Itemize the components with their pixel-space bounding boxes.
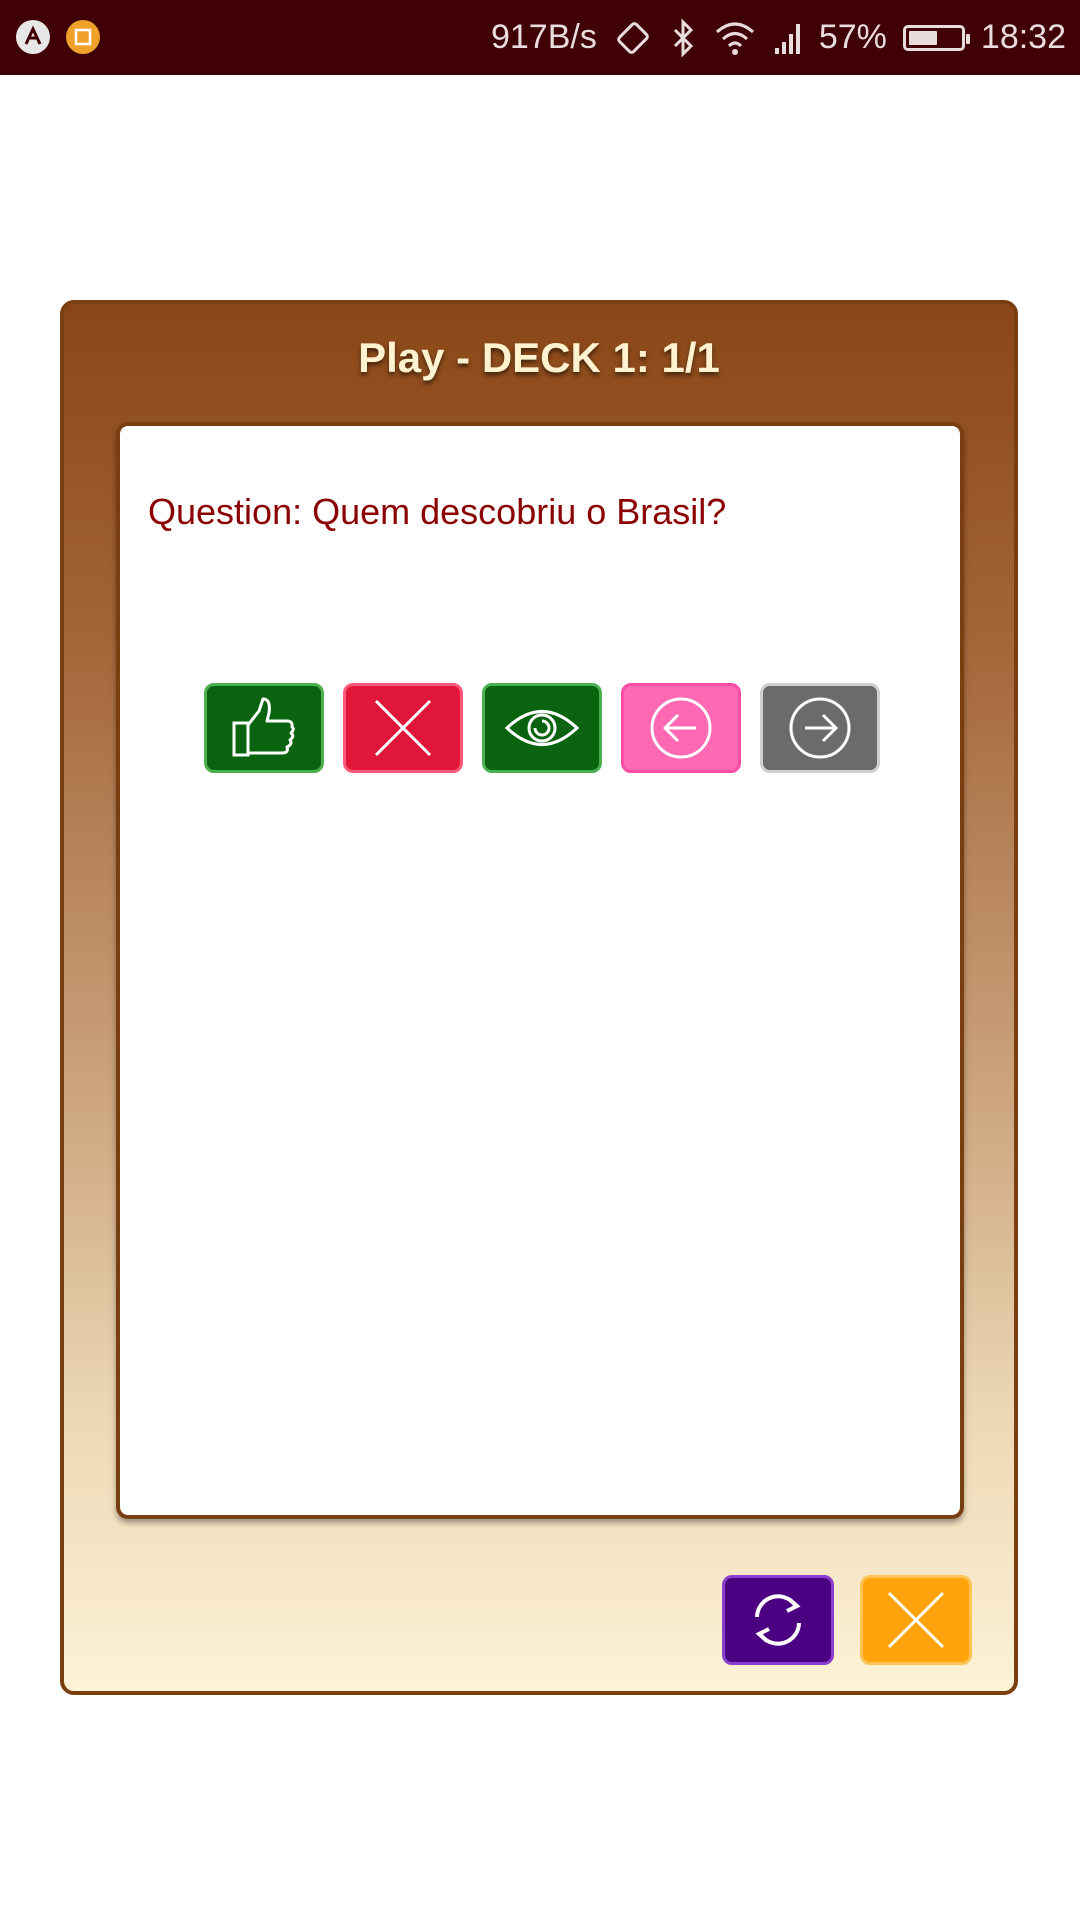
refresh-icon [755,1594,801,1646]
wrong-button[interactable] [343,683,463,773]
question-text: Question: Quem descobriu o Brasil? [148,491,727,532]
show-answer-button[interactable] [482,683,602,773]
correct-button[interactable] [204,683,324,773]
battery-level [908,30,938,45]
flashcard: Question: Quem descobriu o Brasil? [116,422,964,1519]
app-notification-icon [66,20,100,54]
app-notification-icon [16,20,50,54]
status-bar: 917B/s 57% 18:32 [0,0,1080,75]
close-dialog-button[interactable] [860,1575,972,1665]
rotation-lock-icon [617,21,649,54]
action-buttons [204,683,880,773]
close-icon [374,699,432,757]
battery-icon [902,24,970,51]
eye-icon [504,710,580,746]
battery-percent: 57% [818,18,887,56]
arrow-right-circle-icon [789,697,851,759]
arrow-left-circle-icon [650,697,712,759]
clock: 18:32 [980,18,1066,56]
play-dialog: Play - DECK 1: 1/1 Question: Quem descob… [60,300,1018,1695]
previous-button[interactable] [621,683,741,773]
signal-icon [774,23,800,54]
close-icon [887,1591,945,1649]
network-speed: 917B/s [490,18,597,56]
wifi-icon [715,22,754,55]
thumbs-up-icon [232,697,295,757]
next-button[interactable] [760,683,880,773]
restart-button[interactable] [722,1575,834,1665]
dialog-title: Play - DECK 1: 1/1 [358,334,720,381]
bluetooth-icon [673,17,693,58]
